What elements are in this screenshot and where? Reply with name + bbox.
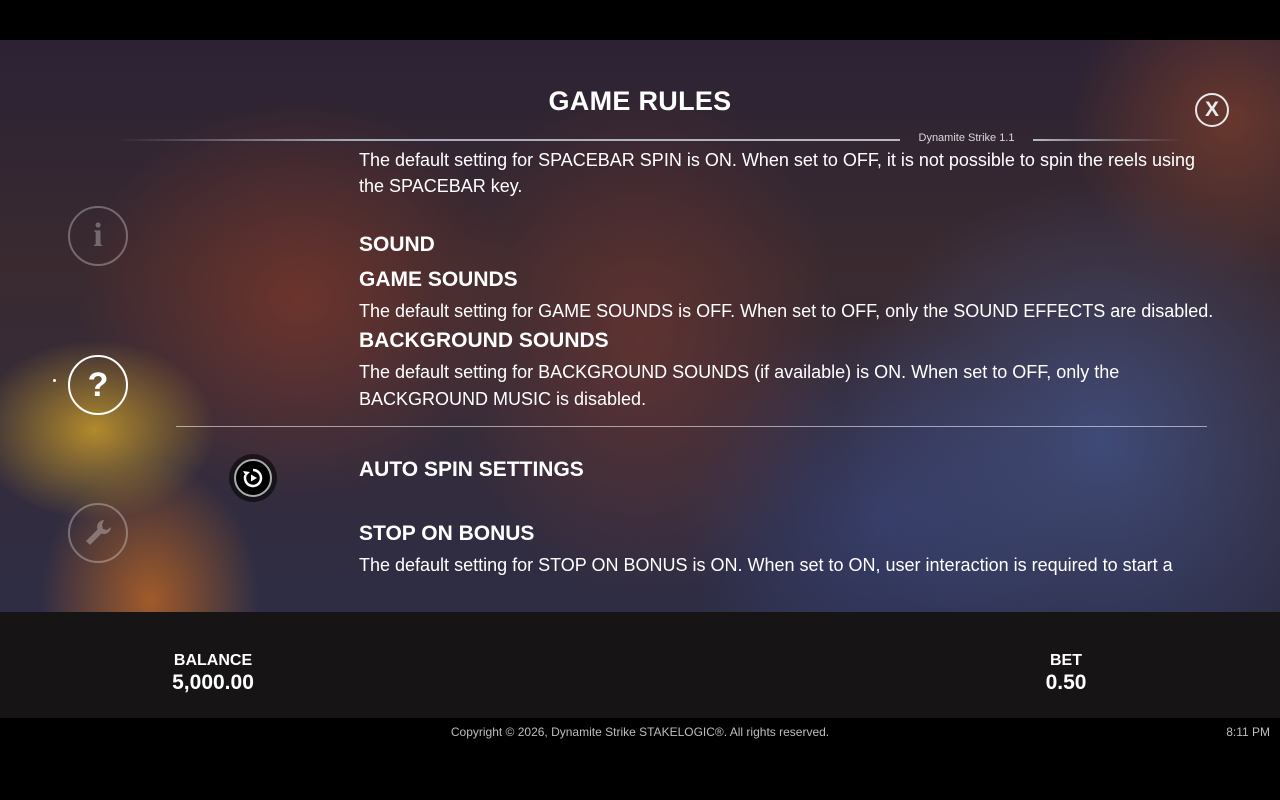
footer: Copyright © 2026, Dynamite Strike STAKEL…	[0, 718, 1280, 800]
version-label: Dynamite Strike 1.1	[918, 132, 1015, 144]
close-button[interactable]: X	[1195, 93, 1229, 127]
clock: 8:11 PM	[1226, 725, 1270, 739]
stop-on-bonus-heading: STOP ON BONUS	[359, 522, 535, 545]
background-sounds-heading: BACKGROUND SOUNDS	[359, 329, 609, 352]
rules-content[interactable]: The default setting for SPACEBAR SPIN is…	[0, 147, 1280, 612]
balance-display: BALANCE 5,000.00	[153, 652, 273, 695]
background-sounds-text-line1: The default setting for BACKGROUND SOUND…	[359, 362, 1120, 382]
header-divider-right	[1033, 139, 1183, 141]
background-sounds-text-line2: BACKGROUND MUSIC is disabled.	[359, 389, 647, 409]
bet-value: 0.50	[1045, 671, 1087, 694]
header-divider-left	[115, 139, 900, 141]
game-sounds-heading: GAME SOUNDS	[359, 268, 518, 291]
game-sounds-text: The default setting for GAME SOUNDS is O…	[359, 301, 1214, 321]
spacebar-spin-text-line1: The default setting for SPACEBAR SPIN is…	[359, 150, 1196, 170]
bet-label: BET	[1050, 652, 1082, 669]
bet-display: BET 0.50	[1016, 652, 1116, 695]
autoplay-arrow-icon	[243, 468, 263, 488]
auto-spin-settings-heading: AUTO SPIN SETTINGS	[359, 458, 584, 481]
top-black-bar	[0, 0, 1280, 40]
sound-heading: SOUND	[359, 233, 435, 256]
game-rules-panel: GAME RULES X Dynamite Strike 1.1 i ? The…	[0, 40, 1280, 612]
page-title: GAME RULES	[548, 86, 732, 116]
section-divider	[176, 426, 1207, 427]
bottom-status-bar: BALANCE 5,000.00 BET 0.50	[0, 612, 1280, 718]
copyright-text: Copyright © 2026, Dynamite Strike STAKEL…	[450, 725, 830, 739]
balance-label: BALANCE	[173, 652, 253, 669]
spacebar-spin-text-line2: the SPACEBAR key.	[359, 176, 523, 196]
autoplay-icon	[229, 454, 277, 502]
stop-on-bonus-text: The default setting for STOP ON BONUS is…	[359, 555, 1173, 575]
balance-value: 5,000.00	[172, 671, 254, 694]
